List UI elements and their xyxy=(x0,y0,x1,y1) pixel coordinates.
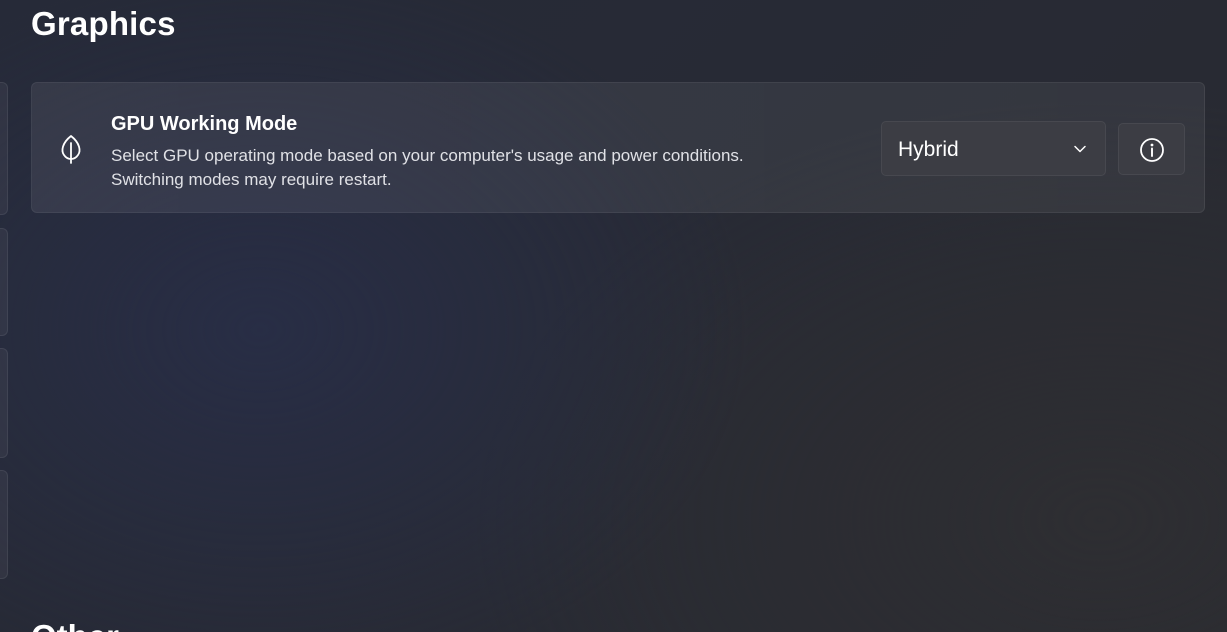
side-panel-edge-4 xyxy=(0,470,8,579)
side-panel-edge-1 xyxy=(0,82,8,215)
gpu-mode-dropdown[interactable]: Hybrid xyxy=(881,121,1106,176)
chevron-down-icon xyxy=(1074,145,1086,153)
setting-title: GPU Working Mode xyxy=(111,113,298,135)
setting-description-line-1: Select GPU operating mode based on your … xyxy=(111,146,744,165)
setting-description-line-2: Switching modes may require restart. xyxy=(111,170,392,189)
setting-description: Select GPU operating mode based on your … xyxy=(111,144,744,192)
info-icon xyxy=(1140,138,1164,162)
setting-text: GPU Working Mode Select GPU operating mo… xyxy=(111,112,744,192)
leaf-icon xyxy=(61,135,81,164)
gpu-mode-info-button[interactable] xyxy=(1118,123,1185,175)
gpu-mode-selected-value: Hybrid xyxy=(898,138,959,161)
page-title: Graphics xyxy=(31,5,176,42)
next-section-title: Other xyxy=(31,617,119,632)
side-panel-edge-2 xyxy=(0,228,8,336)
side-panel-edge-3 xyxy=(0,348,8,458)
gpu-working-mode-card: GPU Working Mode Select GPU operating mo… xyxy=(31,82,1205,213)
